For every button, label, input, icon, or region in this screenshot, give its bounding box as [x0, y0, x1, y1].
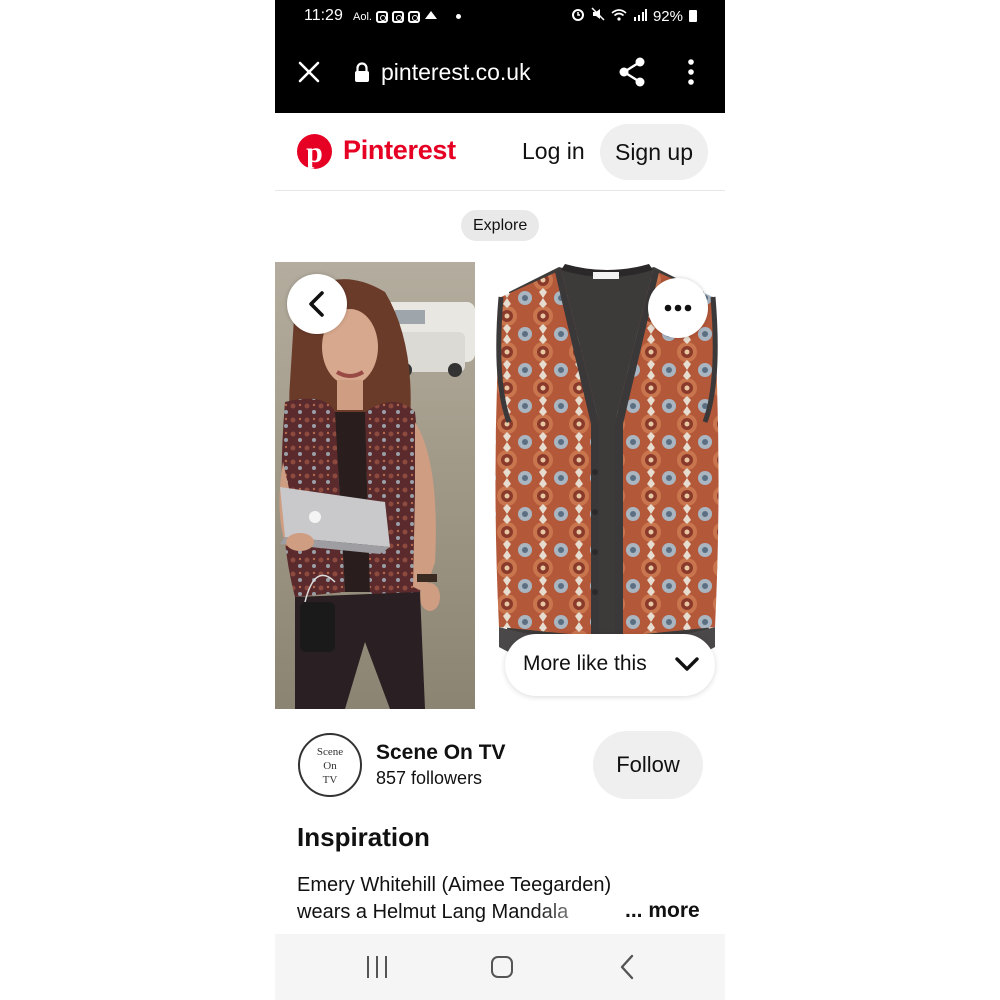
explore-breadcrumb[interactable]: Explore [461, 210, 540, 241]
read-more-link[interactable]: ... more [625, 899, 700, 923]
brand-name[interactable]: Pinterest [343, 135, 456, 166]
description-line: Emery Whitehill (Aimee Teegarden) [297, 874, 612, 896]
phone-screen: 11:29 Aol. 92% pinterest.co.uk p Pintere… [275, 0, 725, 1000]
alarm-icon [571, 7, 585, 25]
browser-toolbar: pinterest.co.uk [275, 34, 725, 113]
notification-icons: Aol. [353, 9, 461, 24]
share-icon[interactable] [618, 57, 646, 92]
battery-icon [689, 10, 697, 22]
more-like-this-label: More like this [523, 652, 647, 675]
cast-icon [424, 9, 438, 24]
battery-level: 92% [652, 7, 683, 25]
signup-button[interactable]: Sign up [600, 124, 708, 180]
lock-icon [354, 62, 370, 88]
more-notifications-dot [455, 14, 461, 19]
follow-button[interactable]: Follow [593, 731, 703, 799]
back-button[interactable] [287, 274, 347, 334]
pinterest-header: p Pinterest Log in Sign up [275, 113, 725, 191]
home-icon[interactable] [489, 954, 515, 985]
overflow-menu-icon[interactable] [687, 59, 695, 90]
signal-icon [633, 8, 647, 25]
avatar[interactable]: Scene On TV [298, 733, 362, 797]
system-icons: 92% [571, 7, 697, 25]
avatar-text-line: On [323, 760, 337, 772]
follower-count: 857 followers [376, 768, 483, 788]
url-text[interactable]: pinterest.co.uk [381, 59, 531, 86]
more-like-this-button[interactable]: More like this [505, 634, 715, 696]
instagram-icon [407, 10, 420, 23]
login-button[interactable]: Log in [522, 138, 585, 165]
status-bar: 11:29 Aol. 92% [275, 0, 725, 34]
aol-icon: Aol. [353, 10, 372, 23]
recent-apps-icon[interactable] [365, 954, 389, 985]
close-icon[interactable] [297, 60, 321, 84]
system-navigation-bar [275, 934, 725, 1000]
status-time: 11:29 [304, 7, 343, 24]
profile-name[interactable]: Scene On TV [376, 741, 506, 765]
pin-title: Inspiration [297, 822, 430, 852]
instagram-icon [375, 10, 388, 23]
pinterest-logo-icon[interactable]: p [297, 134, 332, 169]
avatar-text-line: TV [322, 774, 338, 786]
avatar-text-line: Scene [316, 746, 344, 758]
instagram-icon [391, 10, 404, 23]
back-nav-icon[interactable] [618, 954, 636, 985]
more-options-button[interactable] [648, 278, 708, 338]
description-fade [535, 896, 615, 926]
wifi-icon [611, 8, 627, 25]
chevron-down-icon [675, 657, 699, 671]
mute-icon [591, 7, 605, 25]
